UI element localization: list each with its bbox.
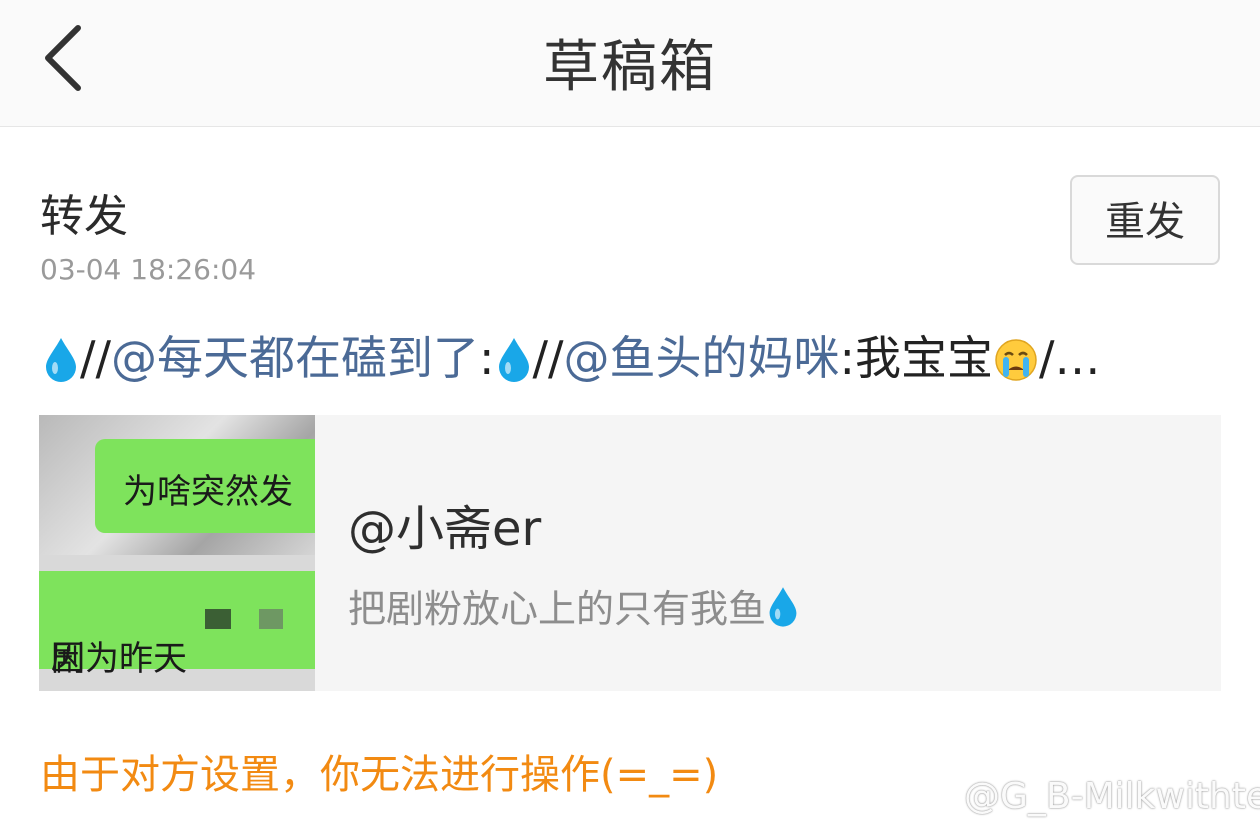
censor-mark bbox=[259, 609, 283, 629]
water-drop-icon bbox=[498, 338, 529, 382]
forward-separator: // bbox=[532, 331, 564, 385]
chat-bubble: 为啥突然发 bbox=[95, 439, 315, 533]
colon: : bbox=[479, 331, 495, 385]
water-drop-icon bbox=[769, 587, 797, 627]
colon: : bbox=[839, 331, 856, 385]
content-text: 我宝宝 bbox=[855, 331, 993, 385]
original-post-text: 把剧粉放心上的只有我鱼 bbox=[348, 578, 800, 633]
original-post-card[interactable]: 为啥突然发 因为昨天剧 @小斋er 把剧粉放心上的只有我鱼 bbox=[39, 415, 1221, 691]
content-tail: /… bbox=[1039, 331, 1101, 385]
weibo-icon bbox=[919, 780, 961, 815]
draft-content[interactable]: //@每天都在磕到了://@鱼头的妈咪:我宝宝/… bbox=[42, 326, 1222, 390]
restriction-notice: 由于对方设置，你无法进行操作(=_=) bbox=[40, 752, 719, 798]
draft-timestamp: 03-04 18:26:04 bbox=[40, 253, 257, 286]
resend-button[interactable]: 重发 bbox=[1070, 175, 1220, 265]
censor-mark bbox=[205, 609, 231, 629]
crying-face-icon bbox=[995, 339, 1037, 381]
top-bar: 草稿箱 bbox=[0, 0, 1260, 127]
mention-link[interactable]: @鱼头的妈咪 bbox=[564, 331, 840, 385]
forward-separator: // bbox=[80, 331, 111, 385]
watermark-text: @G_B-Milkwithtea bbox=[964, 776, 1260, 817]
thumbnail-text: 为啥突然发 bbox=[123, 472, 293, 512]
draft-type-label: 转发 bbox=[40, 191, 128, 242]
water-drop-icon bbox=[46, 338, 76, 382]
watermark: @G_B-Milkwithtea bbox=[918, 776, 1260, 817]
page-title: 草稿箱 bbox=[543, 35, 717, 100]
mention-link[interactable]: @每天都在磕到了 bbox=[111, 331, 479, 385]
original-author-name: @小斋er bbox=[348, 501, 542, 557]
post-thumbnail: 为啥突然发 因为昨天剧 bbox=[39, 415, 315, 691]
